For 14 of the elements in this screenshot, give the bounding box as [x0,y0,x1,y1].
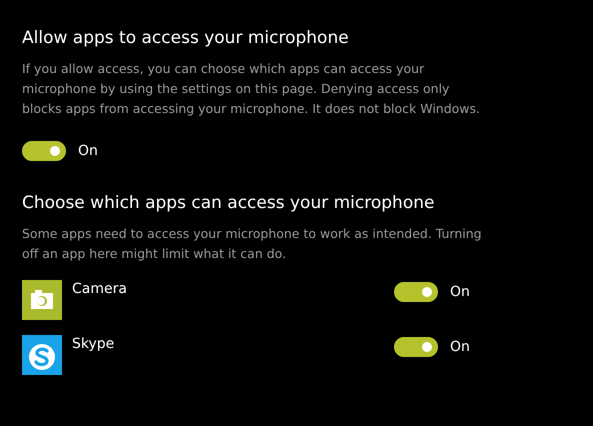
section-description: If you allow access, you can choose which apps can access your microphone by using the settings on this page. Denying access only blocks apps from accessing your microphone. It does not block Windows. [22,60,482,118]
toggle-switch[interactable] [394,282,438,302]
section-heading: Choose which apps can access your microphone [22,192,436,215]
toggle-switch[interactable] [394,337,438,357]
toggle-label: On [450,339,470,355]
skype-app-icon [22,335,62,375]
camera-icon [22,280,62,320]
toggle-label: On [450,284,470,300]
app-name: Camera [72,281,128,297]
section-heading: Allow apps to access your microphone [22,27,350,50]
app-name: Skype [72,336,116,352]
toggle-label: On [78,143,98,159]
toggle-switch[interactable] [22,141,66,161]
section-description: Some apps need to access your microphone to work as intended. Turning off an app here might limit what it can do. [22,225,482,263]
